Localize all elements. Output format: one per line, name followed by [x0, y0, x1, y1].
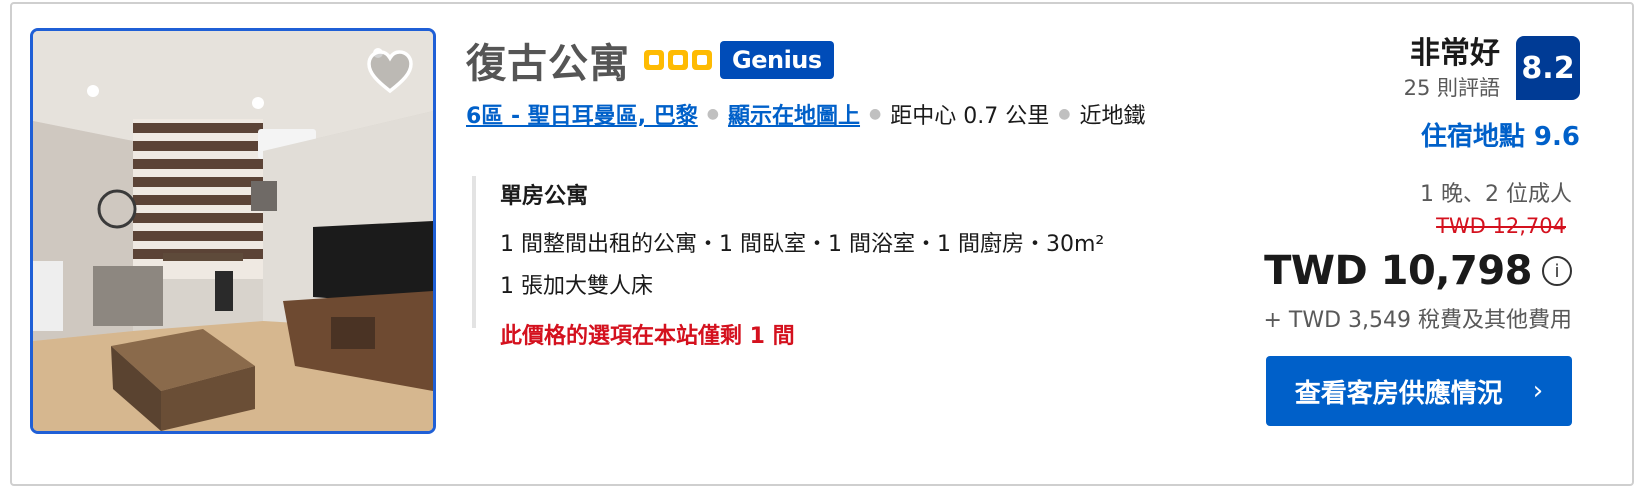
- score-word: 非常好: [1410, 36, 1500, 71]
- room-description: 1 間整間出租的公寓・1 間臥室・1 間浴室・1 間廚房・30m²: [500, 232, 1105, 257]
- property-photo[interactable]: [30, 28, 436, 434]
- score-badge: 8.2: [1516, 36, 1580, 100]
- property-name[interactable]: 復古公寓: [466, 31, 630, 89]
- review-count: 25 則評語: [1403, 76, 1500, 100]
- review-score[interactable]: 非常好 25 則評語 8.2: [1404, 36, 1580, 102]
- stay-info: 1 晚、2 位成人: [1420, 182, 1572, 207]
- rating-square-icon: [668, 50, 688, 70]
- favorite-button[interactable]: [365, 47, 415, 97]
- separator-dot: ●: [1058, 106, 1071, 122]
- separator-dot: ●: [706, 106, 719, 122]
- separator-dot: ●: [869, 106, 882, 122]
- star-rating: [644, 50, 712, 70]
- taxes-fees: + TWD 3,549 稅費及其他費用: [1263, 308, 1572, 333]
- availability-warning: 此價格的選項在本站僅剩 1 間: [500, 324, 795, 349]
- rating-square-icon: [644, 50, 664, 70]
- original-price: TWD 12,704: [1436, 214, 1566, 238]
- room-details: 單房公寓 1 間整間出租的公寓・1 間臥室・1 間浴室・1 間廚房・30m² 1…: [472, 176, 1105, 349]
- genius-badge[interactable]: Genius: [720, 41, 834, 79]
- bed-info: 1 張加大雙人床: [500, 274, 653, 299]
- distance-text: 距中心 0.7 公里: [890, 104, 1050, 129]
- room-type: 單房公寓: [500, 184, 589, 209]
- heart-icon: [367, 50, 413, 94]
- see-availability-button[interactable]: 查看客房供應情況 ›: [1266, 356, 1572, 426]
- district-link[interactable]: 6區 - 聖日耳曼區, 巴黎: [466, 98, 698, 130]
- info-icon[interactable]: i: [1542, 256, 1572, 286]
- show-on-map-link[interactable]: 顯示在地圖上: [728, 98, 860, 130]
- location-score[interactable]: 住宿地點 9.6: [1421, 116, 1580, 153]
- price-row: TWD 10,798 i: [1264, 248, 1572, 294]
- rating-square-icon: [692, 50, 712, 70]
- cta-label: 查看客房供應情況: [1294, 378, 1503, 409]
- score-text: 非常好 25 則評語: [1404, 36, 1500, 102]
- current-price: TWD 10,798: [1264, 248, 1532, 294]
- transit-text: 近地鐵: [1079, 104, 1146, 129]
- chevron-right-icon: ›: [1532, 376, 1544, 406]
- location-row: 6區 - 聖日耳曼區, 巴黎 ● 顯示在地圖上 ● 距中心 0.7 公里 ● 近…: [466, 98, 1145, 130]
- title-row: 復古公寓 Genius: [466, 32, 834, 88]
